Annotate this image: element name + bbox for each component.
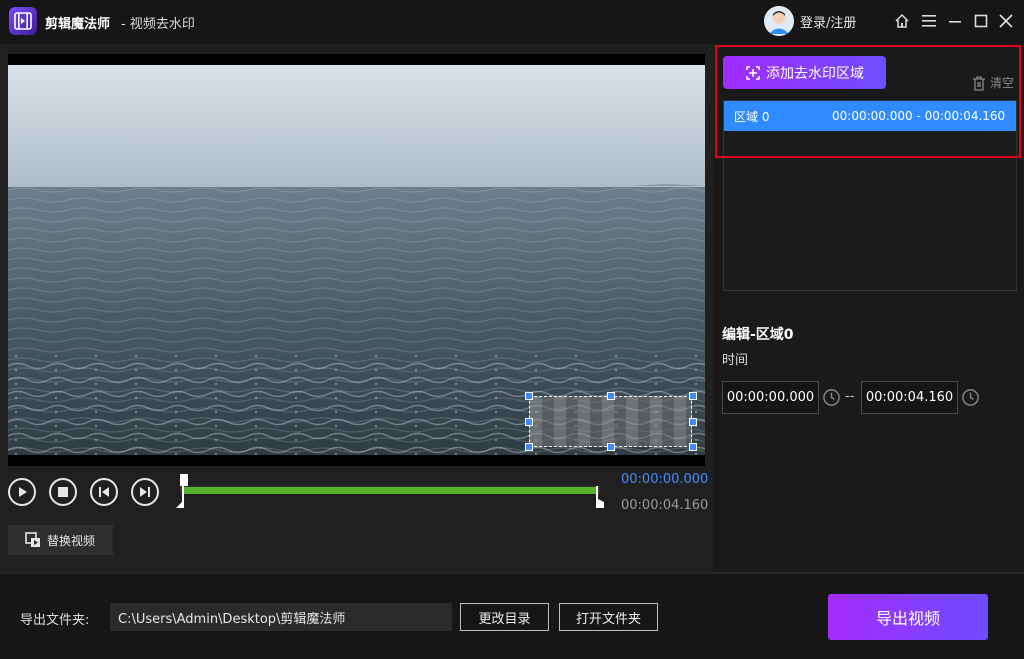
title-bar: 剪辑魔法师 - 视频去水印 登录/注册	[0, 0, 1024, 44]
region-list: 区域 0 00:00:00.000 - 00:00:04.160	[723, 100, 1017, 291]
login-button[interactable]: 登录/注册	[764, 6, 856, 36]
trash-icon	[973, 75, 985, 91]
resize-handle[interactable]	[525, 392, 533, 400]
clear-label: 清空	[990, 76, 1015, 90]
prev-frame-button[interactable]	[90, 478, 118, 506]
menu-icon[interactable]	[920, 12, 938, 30]
next-frame-icon	[140, 487, 150, 497]
clear-button[interactable]: 清空	[971, 74, 1014, 91]
region-time-range: 00:00:00.000 - 00:00:04.160	[832, 109, 1006, 123]
stop-icon	[58, 487, 68, 497]
change-directory-button[interactable]: 更改目录	[460, 603, 549, 631]
region-name: 区域 0	[734, 109, 770, 124]
app-logo-icon	[9, 7, 37, 35]
start-time-field[interactable]: 00:00:00.000	[722, 381, 819, 414]
add-region-icon	[746, 65, 760, 80]
resize-handle[interactable]	[607, 443, 615, 451]
export-path-field[interactable]: C:\Users\Admin\Desktop\剪辑魔法师	[110, 603, 452, 631]
close-icon[interactable]	[997, 12, 1015, 30]
export-video-button[interactable]: 导出视频	[828, 594, 988, 640]
window-subtitle: - 视频去水印	[121, 17, 195, 32]
play-icon	[19, 487, 27, 497]
timeline-selected-range	[184, 487, 598, 494]
user-avatar-icon	[764, 6, 794, 36]
resize-handle[interactable]	[689, 392, 697, 400]
replace-video-button[interactable]: 替换视频	[8, 525, 113, 555]
clock-icon[interactable]	[822, 388, 841, 407]
add-region-label: 添加去水印区域	[766, 65, 864, 82]
home-icon[interactable]	[893, 12, 911, 30]
watermark-selection-box[interactable]	[525, 392, 697, 451]
resize-handle[interactable]	[525, 418, 533, 426]
range-start-handle[interactable]	[176, 474, 188, 510]
video-frame	[8, 65, 705, 455]
resize-handle[interactable]	[607, 392, 615, 400]
minimize-icon[interactable]	[946, 12, 964, 30]
replace-video-icon	[25, 532, 40, 547]
app-name: 剪辑魔法师	[45, 17, 111, 32]
clock-icon[interactable]	[961, 388, 980, 407]
prev-frame-icon	[99, 487, 109, 497]
resize-handle[interactable]	[689, 418, 697, 426]
edit-region-title: 编辑-区域0	[722, 327, 794, 343]
resize-handle[interactable]	[525, 443, 533, 451]
replace-video-label: 替换视频	[47, 533, 96, 548]
time-label: 时间	[722, 353, 749, 368]
add-region-button[interactable]: 添加去水印区域	[723, 56, 886, 89]
time-separator: --	[845, 389, 855, 404]
stop-button[interactable]	[49, 478, 77, 506]
export-folder-label: 导出文件夹:	[20, 613, 90, 628]
maximize-icon[interactable]	[972, 12, 990, 30]
next-frame-button[interactable]	[131, 478, 159, 506]
end-time: 00:00:04.160	[621, 498, 709, 513]
end-time-field[interactable]: 00:00:04.160	[861, 381, 958, 414]
resize-handle[interactable]	[689, 443, 697, 451]
login-label: 登录/注册	[800, 15, 857, 31]
play-button[interactable]	[8, 478, 36, 506]
open-folder-button[interactable]: 打开文件夹	[559, 603, 658, 631]
current-time: 00:00:00.000	[621, 472, 709, 487]
range-end-handle[interactable]	[594, 484, 606, 510]
list-item[interactable]: 区域 0 00:00:00.000 - 00:00:04.160	[724, 101, 1016, 131]
video-preview[interactable]	[8, 54, 705, 466]
